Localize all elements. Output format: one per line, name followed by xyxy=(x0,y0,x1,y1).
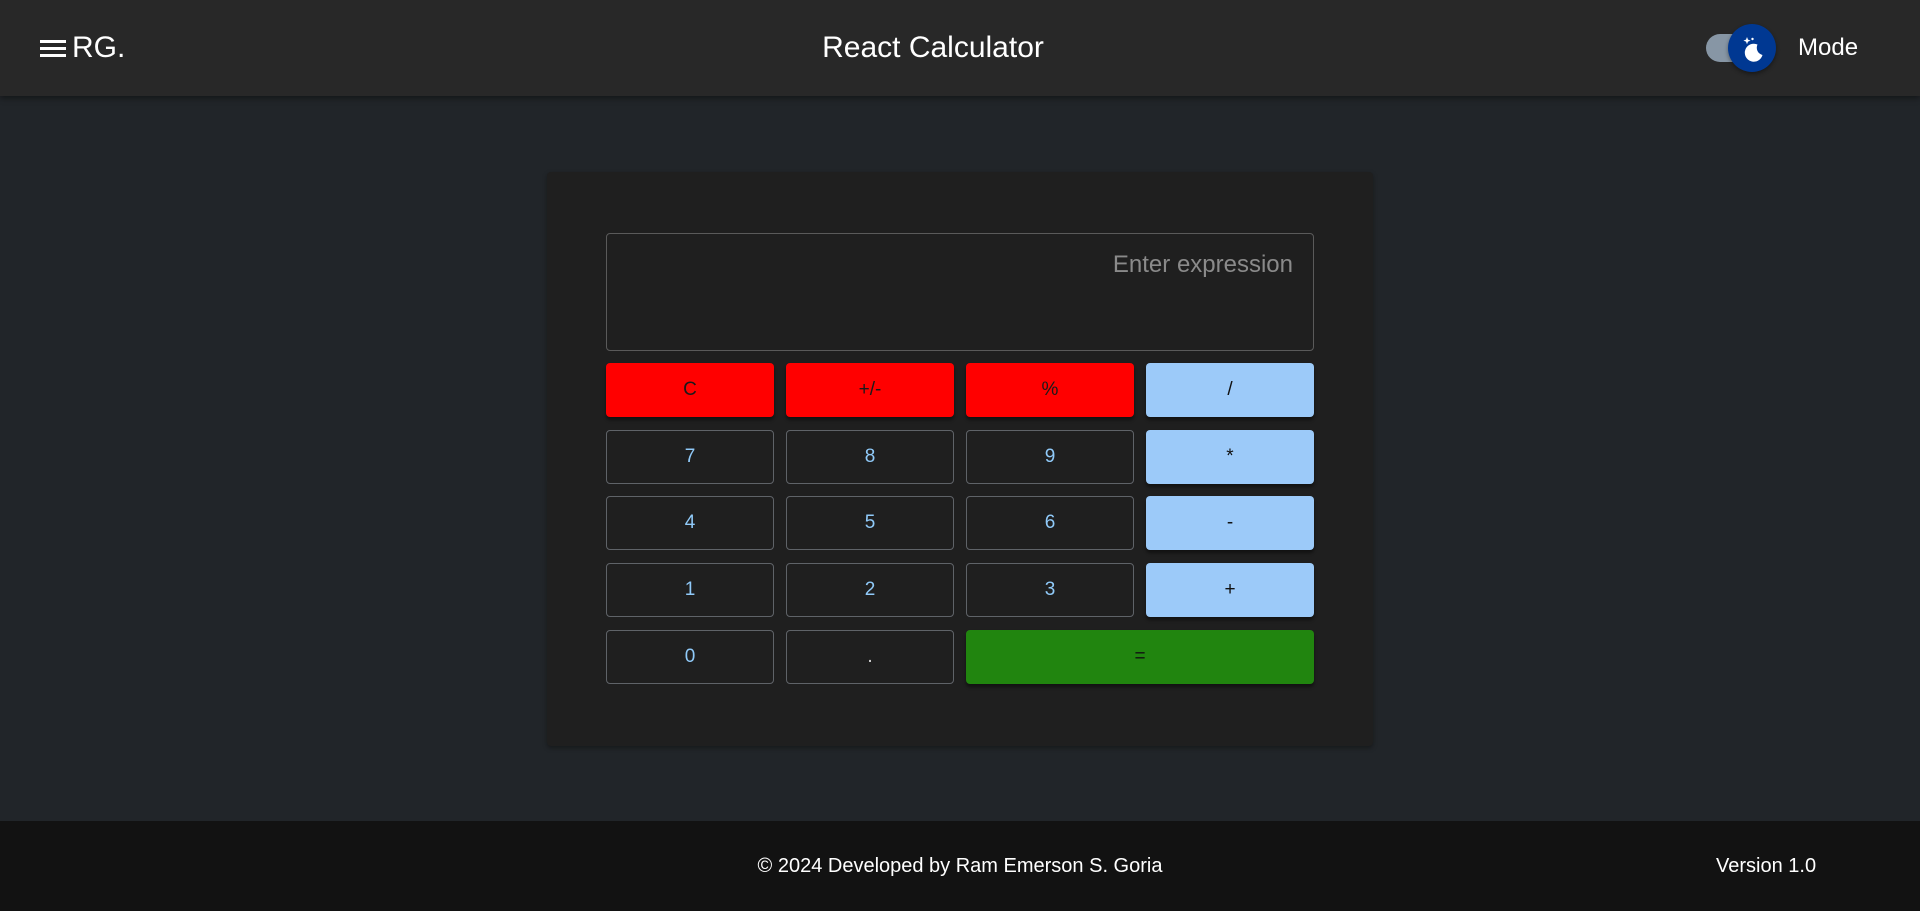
equals-button[interactable]: = xyxy=(966,630,1314,684)
digit-4-button[interactable]: 4 xyxy=(606,496,774,550)
moon-stars-icon xyxy=(1743,37,1763,62)
digit-9-button[interactable]: 9 xyxy=(966,430,1134,484)
add-button[interactable]: + xyxy=(1146,563,1314,617)
calculator-card: C +/- % / 7 8 9 * 4 5 6 - 1 2 3 + 0 . = xyxy=(547,172,1373,746)
negate-button[interactable]: +/- xyxy=(786,363,954,417)
multiply-button[interactable]: * xyxy=(1146,430,1314,484)
app-bar: RG. React Calculator Mode xyxy=(0,0,1920,96)
clear-button[interactable]: C xyxy=(606,363,774,417)
mode-label: Mode xyxy=(1798,34,1859,61)
footer: © 2024 Developed by Ram Emerson S. Goria… xyxy=(0,821,1920,911)
expression-input[interactable] xyxy=(606,233,1314,351)
dark-mode-switch[interactable] xyxy=(1702,24,1778,72)
page-title: React Calculator xyxy=(822,31,1044,64)
digit-0-button[interactable]: 0 xyxy=(606,630,774,684)
digit-6-button[interactable]: 6 xyxy=(966,496,1134,550)
subtract-button[interactable]: - xyxy=(1146,496,1314,550)
digit-3-button[interactable]: 3 xyxy=(966,563,1134,617)
decimal-button[interactable]: . xyxy=(786,630,954,684)
switch-thumb xyxy=(1728,24,1776,72)
version-label: Version 1.0 xyxy=(1716,855,1817,877)
digit-5-button[interactable]: 5 xyxy=(786,496,954,550)
digit-2-button[interactable]: 2 xyxy=(786,563,954,617)
percent-button[interactable]: % xyxy=(966,363,1134,417)
digit-8-button[interactable]: 8 xyxy=(786,430,954,484)
digit-7-button[interactable]: 7 xyxy=(606,430,774,484)
footer-credit: © 2024 Developed by Ram Emerson S. Goria xyxy=(757,855,1163,877)
digit-1-button[interactable]: 1 xyxy=(606,563,774,617)
divide-button[interactable]: / xyxy=(1146,363,1314,417)
